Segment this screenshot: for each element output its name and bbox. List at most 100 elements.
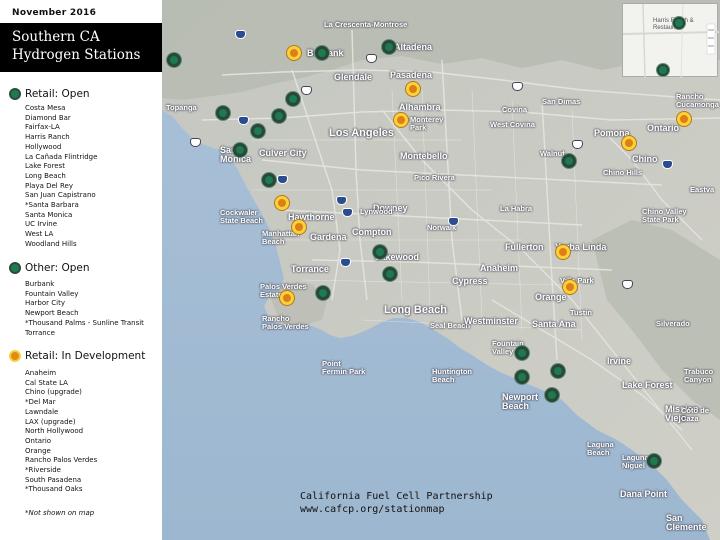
place-monterey-park: Monterey Park	[410, 115, 444, 132]
station-dev-marker[interactable]	[394, 113, 408, 127]
place-walnut: Walnut	[540, 149, 565, 158]
station-list-item: *Thousand Palms - Sunline Transit	[25, 318, 144, 327]
station-list-item: Harris Ranch	[25, 133, 70, 142]
place-los-angeles: Los Angeles	[329, 127, 394, 139]
station-list-item: Long Beach	[25, 171, 66, 180]
highway-shield-105b	[342, 208, 353, 217]
highway-shield-1	[190, 138, 201, 147]
retail-dev-station-list: Anaheim Cal State LA Chino (upgrade) *Del M…	[25, 369, 97, 495]
place-chino: Chino	[632, 154, 658, 164]
legend-retail-open: Retail: Open	[9, 88, 90, 100]
station-list-item: UC Irvine	[25, 220, 58, 229]
station-list-item: North Hollywood	[25, 427, 84, 436]
place-rancho-pv: Rancho Palos Verdes	[262, 314, 309, 331]
place-coto: Coto de Caza	[681, 406, 709, 423]
place-montebello: Montebello	[400, 151, 448, 161]
retail-open-station-list: Costa Mesa Diamond Bar Fairfax-LA Harris Ra…	[25, 104, 97, 250]
legend-retail-dev: Retail: In Development	[9, 350, 145, 362]
legend-other-open: Other: Open	[9, 262, 90, 274]
place-irvine: Irvine	[607, 356, 632, 366]
harris-ranch-inset: Harris Ranch &Restaurant	[622, 3, 719, 78]
station-open-marker[interactable]	[262, 173, 276, 187]
legend-retail-dev-label: Retail: In Development	[25, 350, 146, 362]
station-dev-marker[interactable]	[677, 112, 691, 126]
station-list-item: San Juan Capistrano	[25, 191, 96, 200]
station-open-marker[interactable]	[373, 245, 387, 259]
place-long-beach: Long Beach	[384, 304, 447, 316]
station-list-item: *Thousand Oaks	[25, 485, 83, 494]
station-list-item: Torrance	[25, 328, 55, 337]
credit-text: California Fuel Cell Partnership www.caf…	[300, 490, 493, 516]
station-list-item: Cal State LA	[25, 378, 68, 387]
place-pico-rivera: Pico Rivera	[414, 173, 455, 182]
place-la-crescenta: La Crescenta-Montrose	[324, 20, 408, 29]
highway-shield-405b	[340, 258, 351, 267]
station-dev-marker[interactable]	[280, 291, 294, 305]
station-open-marker[interactable]	[286, 92, 300, 106]
station-list-item: *Riverside	[25, 466, 61, 475]
map-title: Southern CA Hydrogen Stations	[0, 23, 162, 72]
highway-shield-241	[622, 280, 633, 289]
station-list-item: Lake Forest	[25, 162, 66, 171]
credit-line-1: California Fuel Cell Partnership	[300, 491, 493, 502]
place-glendale: Glendale	[334, 72, 373, 82]
station-list-item: Woodland Hills	[25, 239, 77, 248]
other-open-station-list: Burbank Fountain Valley Harbor City Newport…	[25, 280, 144, 338]
station-open-marker[interactable]	[657, 64, 669, 76]
place-westminster: Westminster	[464, 316, 518, 326]
station-dev-marker[interactable]	[275, 196, 289, 210]
credit-url[interactable]: www.cafcp.org/stationmap	[300, 503, 493, 516]
station-dev-marker[interactable]	[622, 136, 636, 150]
station-open-marker[interactable]	[251, 124, 265, 138]
place-ontario: Ontario	[647, 123, 680, 133]
station-list-item: Newport Beach	[25, 309, 79, 318]
place-culver-city: Culver City	[259, 148, 307, 158]
station-open-marker[interactable]	[647, 454, 661, 468]
place-lynwood: Lynwood	[360, 207, 393, 216]
place-pasadena: Pasadena	[390, 70, 433, 80]
station-list-item: Diamond Bar	[25, 113, 71, 122]
station-open-marker[interactable]	[315, 46, 329, 60]
place-san-clemente: San Clemente	[666, 513, 707, 532]
station-open-marker[interactable]	[545, 388, 559, 402]
station-open-marker[interactable]	[272, 109, 286, 123]
station-dev-marker[interactable]	[287, 46, 301, 60]
place-lake-forest: Lake Forest	[622, 380, 673, 390]
station-open-marker[interactable]	[383, 267, 397, 281]
highway-shield-110	[336, 196, 347, 205]
place-newport-beach: Newport Beach	[502, 392, 538, 411]
yellow-station-icon	[9, 350, 21, 362]
place-alhambra: Alhambra	[399, 102, 441, 112]
station-list-item: *Santa Barbara	[25, 201, 79, 210]
station-open-marker[interactable]	[515, 346, 529, 360]
station-open-marker[interactable]	[216, 106, 230, 120]
station-open-marker[interactable]	[673, 17, 685, 29]
station-list-item: Fountain Valley	[25, 289, 79, 298]
station-open-marker[interactable]	[167, 53, 181, 67]
station-open-marker[interactable]	[515, 370, 529, 384]
highway-shield-405	[238, 116, 249, 125]
green-station-icon	[9, 262, 21, 274]
place-cypress: Cypress	[452, 276, 488, 286]
station-open-marker[interactable]	[562, 154, 576, 168]
place-chino-hills: Chino Hills	[603, 168, 643, 177]
place-point-fermin: Point Fermin Park	[322, 359, 366, 376]
station-dev-marker[interactable]	[563, 280, 577, 294]
place-tustin: Tustin	[570, 308, 592, 317]
station-open-marker[interactable]	[382, 40, 396, 54]
station-map[interactable]: La Crescenta-Montrose Altadena Burbank G…	[162, 0, 720, 540]
station-dev-marker[interactable]	[406, 82, 420, 96]
station-open-marker[interactable]	[551, 364, 565, 378]
station-open-marker[interactable]	[316, 286, 330, 300]
highway-shield-101	[301, 86, 312, 95]
station-list-item: Burbank	[25, 280, 55, 288]
station-list-item: LAX (upgrade)	[25, 417, 76, 426]
place-dana-point: Dana Point	[620, 489, 668, 499]
legend-footnote: *Not shown on map	[25, 509, 95, 517]
station-open-marker[interactable]	[233, 143, 247, 157]
highway-shield-5	[448, 217, 459, 226]
station-dev-marker[interactable]	[292, 220, 306, 234]
place-altadena: Altadena	[394, 42, 433, 52]
place-cockwaler: Cockwaler State Beach	[220, 208, 263, 225]
station-dev-marker[interactable]	[556, 245, 570, 259]
